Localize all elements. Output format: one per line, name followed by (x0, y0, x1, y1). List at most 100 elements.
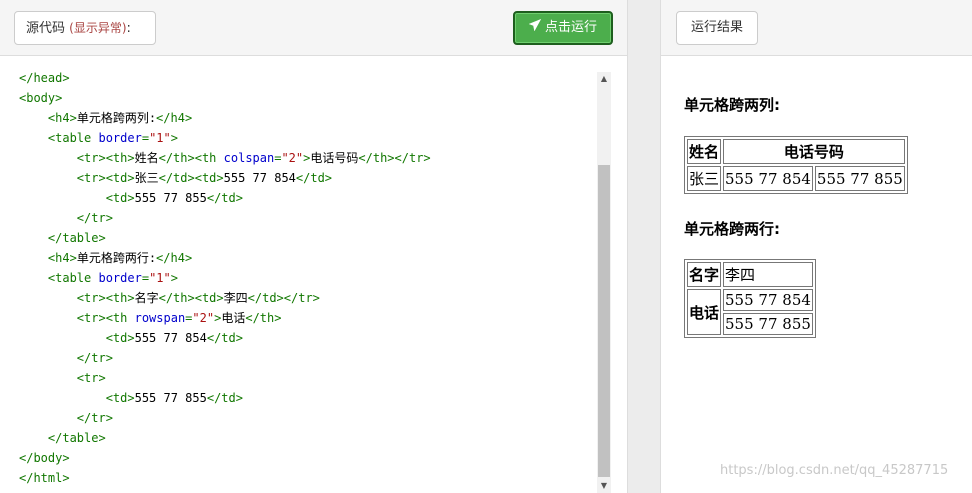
result-heading-rowspan: 单元格跨两行: (684, 220, 780, 238)
code-token: colspan (223, 151, 275, 165)
table-cell: 555 77 855 (814, 166, 905, 191)
table-row: 姓名 电话号码 (687, 139, 905, 164)
code-token: </tr> (76, 411, 113, 425)
code-token: "1" (149, 271, 171, 285)
scroll-down-arrow-icon[interactable]: ▼ (597, 479, 611, 493)
code-token: 电话 (221, 311, 246, 325)
table-cell: 李四 (723, 262, 813, 287)
run-label: 点击运行 (544, 20, 597, 35)
code-line: </head> (0, 68, 596, 88)
code-token: </head> (19, 71, 70, 85)
code-token: </tr> (76, 351, 113, 365)
code-token: border (98, 271, 142, 285)
code-token: "2" (192, 311, 215, 325)
code-token: 555 77 854 (223, 171, 296, 185)
code-token: 电话号码 (310, 151, 359, 165)
code-token: </td> (206, 391, 243, 405)
source-label: 源代码 (26, 21, 66, 36)
code-token: 张三 (134, 171, 159, 185)
code-token: 单元格跨两列: (76, 111, 157, 125)
code-token: </td> (295, 171, 333, 185)
code-line: <body> (0, 88, 596, 108)
code-editor[interactable]: </head> <body> <h4>单元格跨两列:</h4> <table bo… (0, 68, 596, 493)
code-token: 555 77 855 (134, 191, 207, 205)
code-token: "1" (149, 131, 171, 145)
display-warning-link[interactable]: (显示异常) (69, 21, 126, 35)
code-line: <td>555 77 855</td> (0, 388, 596, 408)
table-cell: 555 77 854 (723, 289, 813, 311)
source-panel: 源代码 (显示异常): 点击运行 </head> <body> <h4>单元格跨两… (0, 0, 628, 493)
code-token: <body> (19, 91, 63, 105)
code-token: <tr><td> (76, 171, 135, 185)
source-header: 源代码 (显示异常): 点击运行 (0, 0, 627, 56)
code-token: > (170, 131, 178, 145)
code-token: 555 77 854 (134, 331, 207, 345)
scrollbar-thumb[interactable] (598, 165, 610, 477)
editor-scrollbar[interactable]: ▲ ▼ (597, 72, 611, 493)
run-result-button[interactable]: 运行结果 (676, 11, 758, 45)
code-token: 单元格跨两行: (76, 251, 157, 265)
code-line: <tr><td>张三</td><td>555 77 854</td> (0, 168, 596, 188)
code-token: </th> (245, 311, 282, 325)
code-line: </tr> (0, 408, 596, 428)
code-token: <tr><th (76, 311, 135, 325)
code-token: <tr><th> (76, 291, 135, 305)
watermark: https://blog.csdn.net/qq_45287715 (720, 463, 949, 478)
code-token: = (141, 271, 150, 285)
result-panel: 运行结果 单元格跨两列: 姓名 电话号码 张三 555 77 854 555 7… (660, 0, 972, 493)
code-token: </tr> (76, 211, 113, 225)
table-row: 名字 李四 (687, 262, 813, 287)
code-token: </th><td> (158, 291, 224, 305)
code-line: </html> (0, 468, 596, 488)
code-token: rowspan (134, 311, 186, 325)
table-header-cell: 姓名 (687, 139, 722, 164)
code-token: <td> (105, 331, 135, 345)
table-header-cell: 名字 (687, 262, 722, 287)
table-row: 张三 555 77 854 555 77 855 (687, 166, 905, 191)
code-token: <tr> (76, 371, 106, 385)
code-line: </tr> (0, 348, 596, 368)
code-token: <table (47, 131, 99, 145)
code-line: <td>555 77 854</td> (0, 328, 596, 348)
code-token: 名字 (134, 291, 159, 305)
code-line: <tr> (0, 368, 596, 388)
source-colon: : (126, 21, 131, 36)
code-token: </td><td> (158, 171, 224, 185)
code-token: > (170, 271, 178, 285)
source-code-button[interactable]: 源代码 (显示异常): (14, 11, 156, 45)
code-token: </table> (47, 431, 106, 445)
code-token: <table (47, 271, 99, 285)
code-line: <tr><th>姓名</th><th colspan="2">电话号码</th>… (0, 148, 596, 168)
code-token: <h4> (47, 111, 77, 125)
code-line: <td>555 77 855</td> (0, 188, 596, 208)
table-header-cell: 电话号码 (723, 139, 905, 164)
code-line: </body> (0, 448, 596, 468)
code-line: </table> (0, 428, 596, 448)
result-header: 运行结果 (661, 0, 972, 56)
code-token: border (98, 131, 142, 145)
run-button[interactable]: 点击运行 (513, 11, 613, 45)
code-token: <td> (105, 391, 135, 405)
code-line: </tr> (0, 208, 596, 228)
code-token: </h4> (156, 111, 193, 125)
code-token: </h4> (156, 251, 193, 265)
code-token: 姓名 (134, 151, 159, 165)
code-token: <td> (105, 191, 135, 205)
code-line: <h4>单元格跨两列:</h4> (0, 108, 596, 128)
scroll-up-arrow-icon[interactable]: ▲ (597, 72, 611, 86)
code-line: </table> (0, 228, 596, 248)
code-line: <tr><th rowspan="2">电话</th> (0, 308, 596, 328)
